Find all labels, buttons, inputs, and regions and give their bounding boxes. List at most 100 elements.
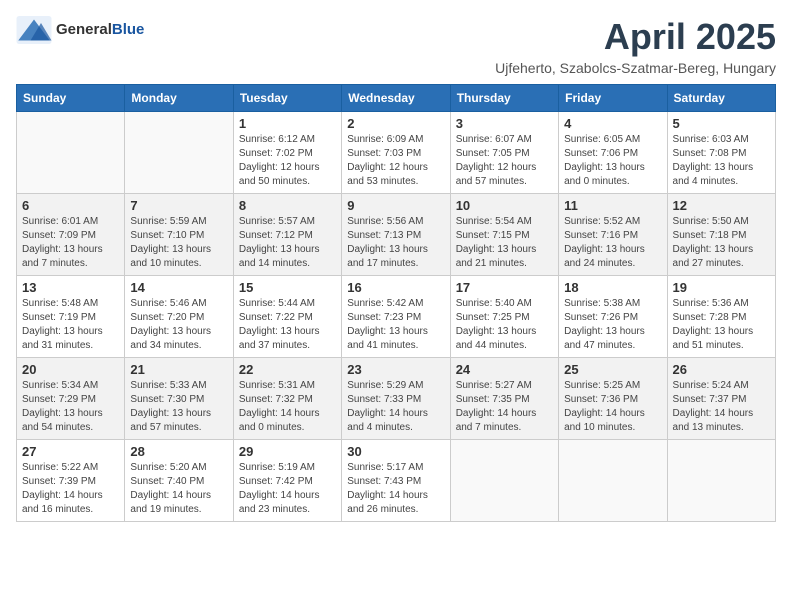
- weekday-header-row: SundayMondayTuesdayWednesdayThursdayFrid…: [17, 85, 776, 112]
- weekday-header-thursday: Thursday: [450, 85, 558, 112]
- calendar-cell: 21Sunrise: 5:33 AM Sunset: 7:30 PM Dayli…: [125, 358, 233, 440]
- calendar-cell: 18 Sunrise: 5:38 AM Sunset: 7:26 PM Dayli…: [559, 276, 667, 358]
- calendar-cell: 4 Sunrise: 6:05 AM Sunset: 7:06 PM Daylig…: [559, 112, 667, 194]
- calendar-cell: 15Sunrise: 5:44 AM Sunset: 7:22 PM Dayli…: [233, 276, 341, 358]
- calendar-cell: 24 Sunrise: 5:27 AM Sunset: 7:35 PM Dayli…: [450, 358, 558, 440]
- calendar-cell: 16 Sunrise: 5:42 AM Sunset: 7:23 PM Dayli…: [342, 276, 450, 358]
- calendar-cell: [450, 440, 558, 522]
- day-number: 8: [239, 198, 336, 213]
- logo-text-general: General: [56, 21, 112, 38]
- day-info: Sunrise: 6:01 AM Sunset: 7:09 PM Dayligh…: [22, 215, 119, 271]
- day-info: Sunrise: 5:52 AM Sunset: 7:16 PM Dayligh…: [564, 215, 661, 271]
- calendar-cell: 1 Sunrise: 6:12 AM Sunset: 7:02 PM Daylig…: [233, 112, 341, 194]
- day-number: 6: [22, 198, 119, 213]
- weekday-header-tuesday: Tuesday: [233, 85, 341, 112]
- calendar-cell: [125, 112, 233, 194]
- location-title: Ujfeherto, Szabolcs-Szatmar-Bereg, Hunga…: [495, 60, 776, 76]
- day-info: Sunrise: 5:42 AM Sunset: 7:23 PM Dayligh…: [347, 297, 444, 353]
- day-number: 22: [239, 362, 336, 377]
- calendar-cell: 10Sunrise: 5:54 AM Sunset: 7:15 PM Dayli…: [450, 194, 558, 276]
- header: GeneralBlue April 2025 Ujfeherto, Szabol…: [16, 16, 776, 76]
- day-number: 28: [130, 444, 227, 459]
- logo-icon: [16, 16, 52, 44]
- calendar-cell: [667, 440, 775, 522]
- day-number: 3: [456, 116, 553, 131]
- day-number: 2: [347, 116, 444, 131]
- week-row-3: 13 Sunrise: 5:48 AM Sunset: 7:19 PM Dayli…: [17, 276, 776, 358]
- weekday-header-monday: Monday: [125, 85, 233, 112]
- day-info: Sunrise: 5:57 AM Sunset: 7:12 PM Dayligh…: [239, 215, 336, 271]
- day-info: Sunrise: 5:54 AM Sunset: 7:15 PM Dayligh…: [456, 215, 553, 271]
- day-number: 9: [347, 198, 444, 213]
- calendar-cell: 27 Sunrise: 5:22 AM Sunset: 7:39 PM Dayli…: [17, 440, 125, 522]
- day-info: Sunrise: 6:05 AM Sunset: 7:06 PM Dayligh…: [564, 133, 661, 189]
- day-info: Sunrise: 5:29 AM Sunset: 7:33 PM Dayligh…: [347, 379, 444, 435]
- day-info: Sunrise: 6:12 AM Sunset: 7:02 PM Dayligh…: [239, 133, 336, 189]
- day-number: 1: [239, 116, 336, 131]
- weekday-header-wednesday: Wednesday: [342, 85, 450, 112]
- day-info: Sunrise: 5:56 AM Sunset: 7:13 PM Dayligh…: [347, 215, 444, 271]
- day-info: Sunrise: 5:46 AM Sunset: 7:20 PM Dayligh…: [130, 297, 227, 353]
- day-info: Sunrise: 6:09 AM Sunset: 7:03 PM Dayligh…: [347, 133, 444, 189]
- calendar-cell: 9 Sunrise: 5:56 AM Sunset: 7:13 PM Daylig…: [342, 194, 450, 276]
- month-title: April 2025: [495, 16, 776, 58]
- calendar-cell: 30Sunrise: 5:17 AM Sunset: 7:43 PM Dayli…: [342, 440, 450, 522]
- calendar-cell: 19Sunrise: 5:36 AM Sunset: 7:28 PM Dayli…: [667, 276, 775, 358]
- week-row-2: 6 Sunrise: 6:01 AM Sunset: 7:09 PM Daylig…: [17, 194, 776, 276]
- day-info: Sunrise: 5:22 AM Sunset: 7:39 PM Dayligh…: [22, 461, 119, 517]
- calendar-cell: 12 Sunrise: 5:50 AM Sunset: 7:18 PM Dayli…: [667, 194, 775, 276]
- day-number: 20: [22, 362, 119, 377]
- day-number: 27: [22, 444, 119, 459]
- calendar-cell: 13 Sunrise: 5:48 AM Sunset: 7:19 PM Dayli…: [17, 276, 125, 358]
- weekday-header-friday: Friday: [559, 85, 667, 112]
- calendar-cell: 17 Sunrise: 5:40 AM Sunset: 7:25 PM Dayli…: [450, 276, 558, 358]
- calendar-cell: 29 Sunrise: 5:19 AM Sunset: 7:42 PM Dayli…: [233, 440, 341, 522]
- day-info: Sunrise: 5:38 AM Sunset: 7:26 PM Dayligh…: [564, 297, 661, 353]
- day-number: 12: [673, 198, 770, 213]
- week-row-1: 1 Sunrise: 6:12 AM Sunset: 7:02 PM Daylig…: [17, 112, 776, 194]
- day-info: Sunrise: 5:50 AM Sunset: 7:18 PM Dayligh…: [673, 215, 770, 271]
- day-number: 11: [564, 198, 661, 213]
- day-info: Sunrise: 5:40 AM Sunset: 7:25 PM Dayligh…: [456, 297, 553, 353]
- calendar-cell: 3Sunrise: 6:07 AM Sunset: 7:05 PM Daylig…: [450, 112, 558, 194]
- day-info: Sunrise: 5:19 AM Sunset: 7:42 PM Dayligh…: [239, 461, 336, 517]
- day-number: 29: [239, 444, 336, 459]
- day-number: 21: [130, 362, 227, 377]
- calendar-cell: 26 Sunrise: 5:24 AM Sunset: 7:37 PM Dayli…: [667, 358, 775, 440]
- day-number: 14: [130, 280, 227, 295]
- calendar-cell: 14 Sunrise: 5:46 AM Sunset: 7:20 PM Dayli…: [125, 276, 233, 358]
- logo-text-blue: Blue: [112, 21, 145, 38]
- calendar-cell: 28 Sunrise: 5:20 AM Sunset: 7:40 PM Dayli…: [125, 440, 233, 522]
- calendar-cell: [559, 440, 667, 522]
- day-number: 4: [564, 116, 661, 131]
- day-info: Sunrise: 5:25 AM Sunset: 7:36 PM Dayligh…: [564, 379, 661, 435]
- calendar-cell: 22Sunrise: 5:31 AM Sunset: 7:32 PM Dayli…: [233, 358, 341, 440]
- day-number: 16: [347, 280, 444, 295]
- day-info: Sunrise: 5:44 AM Sunset: 7:22 PM Dayligh…: [239, 297, 336, 353]
- calendar-cell: 8 Sunrise: 5:57 AM Sunset: 7:12 PM Daylig…: [233, 194, 341, 276]
- calendar-cell: 23Sunrise: 5:29 AM Sunset: 7:33 PM Dayli…: [342, 358, 450, 440]
- day-number: 7: [130, 198, 227, 213]
- day-number: 13: [22, 280, 119, 295]
- day-number: 5: [673, 116, 770, 131]
- weekday-header-sunday: Sunday: [17, 85, 125, 112]
- day-number: 24: [456, 362, 553, 377]
- logo: GeneralBlue: [16, 16, 144, 44]
- day-info: Sunrise: 5:34 AM Sunset: 7:29 PM Dayligh…: [22, 379, 119, 435]
- day-number: 17: [456, 280, 553, 295]
- day-info: Sunrise: 5:20 AM Sunset: 7:40 PM Dayligh…: [130, 461, 227, 517]
- week-row-5: 27 Sunrise: 5:22 AM Sunset: 7:39 PM Dayli…: [17, 440, 776, 522]
- day-number: 18: [564, 280, 661, 295]
- day-info: Sunrise: 5:36 AM Sunset: 7:28 PM Dayligh…: [673, 297, 770, 353]
- calendar-cell: 11 Sunrise: 5:52 AM Sunset: 7:16 PM Dayli…: [559, 194, 667, 276]
- calendar: SundayMondayTuesdayWednesdayThursdayFrid…: [16, 84, 776, 522]
- calendar-cell: 20 Sunrise: 5:34 AM Sunset: 7:29 PM Dayli…: [17, 358, 125, 440]
- day-info: Sunrise: 5:24 AM Sunset: 7:37 PM Dayligh…: [673, 379, 770, 435]
- day-info: Sunrise: 5:27 AM Sunset: 7:35 PM Dayligh…: [456, 379, 553, 435]
- day-info: Sunrise: 5:48 AM Sunset: 7:19 PM Dayligh…: [22, 297, 119, 353]
- day-number: 26: [673, 362, 770, 377]
- day-info: Sunrise: 5:59 AM Sunset: 7:10 PM Dayligh…: [130, 215, 227, 271]
- calendar-cell: 5Sunrise: 6:03 AM Sunset: 7:08 PM Daylig…: [667, 112, 775, 194]
- day-info: Sunrise: 5:17 AM Sunset: 7:43 PM Dayligh…: [347, 461, 444, 517]
- weekday-header-saturday: Saturday: [667, 85, 775, 112]
